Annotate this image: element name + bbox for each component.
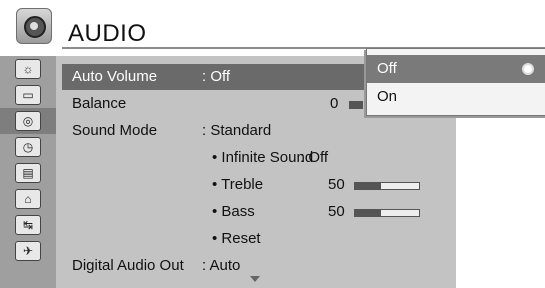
page-title: AUDIO xyxy=(68,20,147,47)
reset-row[interactable]: • Reset xyxy=(62,226,456,252)
dropdown-option-on-label: On xyxy=(377,88,398,105)
balance-label: Balance xyxy=(72,95,127,112)
bass-value: 50 xyxy=(328,203,345,220)
treble-slider[interactable] xyxy=(354,182,420,190)
padlock-icon: ⌂ xyxy=(15,189,41,209)
header: AUDIO xyxy=(0,0,545,49)
sound-mode-label: Sound Mode xyxy=(72,122,158,139)
infinite-sound-row[interactable]: • Infinite Sound : Off xyxy=(62,145,456,171)
treble-value: 50 xyxy=(328,176,345,193)
auto-volume-label: Auto Volume xyxy=(72,68,158,85)
bass-label: • Bass xyxy=(212,203,255,220)
sidebar-item-audio[interactable]: ◎ xyxy=(0,108,56,134)
audio-settings-icon xyxy=(16,8,52,44)
auto-volume-value: : Off xyxy=(202,68,231,85)
sidebar-item-picture[interactable]: ☼ xyxy=(0,56,56,82)
audio-icon: ◎ xyxy=(15,111,41,131)
tv-icon: ▭ xyxy=(15,85,41,105)
sidebar-item-input[interactable]: ↹ xyxy=(0,212,56,238)
connection-icon: ↹ xyxy=(15,215,41,235)
radio-selected-icon xyxy=(522,63,534,75)
balance-slider[interactable] xyxy=(349,101,363,109)
speaker-center-icon xyxy=(30,22,38,30)
reset-label: • Reset xyxy=(212,230,261,247)
dropdown-option-off[interactable]: Off xyxy=(367,55,545,83)
auto-volume-dropdown: Off On xyxy=(366,48,545,116)
lock-icon: ▤ xyxy=(15,163,41,183)
picture-icon: ☼ xyxy=(15,59,41,79)
digital-audio-out-value: : Auto xyxy=(202,257,241,274)
bass-slider[interactable] xyxy=(354,209,420,217)
support-icon: ✈ xyxy=(15,241,41,261)
dropdown-option-on[interactable]: On xyxy=(367,83,545,111)
infinite-sound-value: : Off xyxy=(300,149,329,166)
treble-label: • Treble xyxy=(212,176,264,193)
sidebar-item-support[interactable]: ✈ xyxy=(0,238,56,264)
sidebar-item-tv[interactable]: ▭ xyxy=(0,82,56,108)
scroll-down-icon[interactable] xyxy=(250,276,260,282)
sound-mode-value: : Standard xyxy=(202,122,272,139)
dropdown-option-off-label: Off xyxy=(377,60,397,77)
digital-audio-out-label: Digital Audio Out xyxy=(72,257,184,274)
sidebar-item-time[interactable]: ◷ xyxy=(0,134,56,160)
sidebar-item-security[interactable]: ⌂ xyxy=(0,186,56,212)
sidebar-item-settings[interactable]: ▤ xyxy=(0,160,56,186)
infinite-sound-label: • Infinite Sound xyxy=(212,149,314,166)
clock-icon: ◷ xyxy=(15,137,41,157)
bass-row[interactable]: • Bass 50 xyxy=(62,199,456,225)
treble-row[interactable]: • Treble 50 xyxy=(62,172,456,198)
sound-mode-row[interactable]: Sound Mode : Standard xyxy=(62,118,456,144)
balance-value: 0 xyxy=(330,95,339,112)
